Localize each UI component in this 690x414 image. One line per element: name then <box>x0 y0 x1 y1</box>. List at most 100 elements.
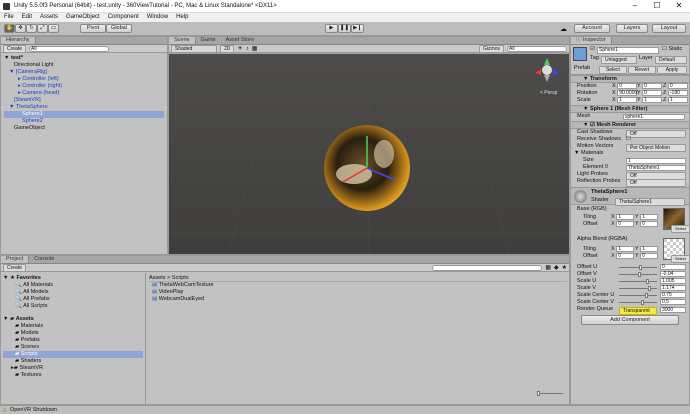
mesh-field[interactable]: sphere1 <box>623 114 685 120</box>
list-item[interactable]: ▸ Camera (head) <box>4 90 164 97</box>
list-item[interactable]: ▰ Shaders <box>3 358 143 365</box>
shading-mode-dropdown[interactable]: Shaded <box>171 44 217 53</box>
list-item[interactable]: ▸ Controller (left) <box>4 76 164 83</box>
pivot-button[interactable]: Pivot <box>80 24 106 33</box>
rotation-y-field[interactable]: 0 <box>642 90 663 96</box>
layer-dropdown[interactable]: Default <box>655 56 687 64</box>
base-offset-x[interactable]: 0 <box>616 221 635 227</box>
scene-viewport[interactable]: < Persp <box>169 54 569 254</box>
scene-search-input[interactable]: All <box>507 45 567 52</box>
slider-knob[interactable] <box>640 300 644 305</box>
receive-shadows-checkbox[interactable]: ☐ <box>626 136 631 143</box>
base-tiling-y[interactable]: 1 <box>640 214 659 220</box>
materials-foldout[interactable]: ▼ Materials <box>574 150 603 157</box>
menu-window[interactable]: Window <box>147 13 168 22</box>
position-x-field[interactable]: 0 <box>617 83 638 89</box>
alpha-texture-select-button[interactable]: Select <box>671 255 689 263</box>
list-item[interactable]: ▸ Controller (right) <box>4 83 164 90</box>
list-item[interactable]: GameObject <box>4 125 164 132</box>
rect-tool-icon[interactable]: ▭ <box>48 24 59 33</box>
position-z-field[interactable]: 0 <box>667 83 688 89</box>
list-item[interactable]: ▤ ThetaWebCamTexture <box>149 282 567 289</box>
shader-property-field[interactable]: 0.5 <box>660 299 686 305</box>
project-search-input[interactable] <box>432 264 543 271</box>
list-item[interactable]: Sphere2 <box>4 118 164 125</box>
filter-type-icon[interactable]: ▦ <box>545 264 551 271</box>
prefab-apply-button[interactable]: Apply <box>657 66 687 74</box>
transform-header[interactable]: ▼ Transform <box>571 75 689 83</box>
orientation-gizmo[interactable] <box>535 58 559 82</box>
alpha-offset-x[interactable]: 0 <box>616 253 635 259</box>
motion-vectors-dropdown[interactable]: Per Object Motion <box>626 144 686 152</box>
tab-game[interactable]: Game <box>196 37 221 44</box>
rotation-z-field[interactable]: -180 <box>667 90 688 96</box>
list-item[interactable]: 🔍 All Scripts <box>3 303 143 310</box>
step-icon[interactable]: ▶❙ <box>351 24 364 33</box>
alpha-tiling-y[interactable]: 1 <box>640 246 659 252</box>
prefab-select-button[interactable]: Select <box>599 66 627 74</box>
static-checkbox[interactable]: ☐ Static <box>662 46 682 53</box>
2d-toggle[interactable]: 2D <box>220 44 235 53</box>
cast-shadows-dropdown[interactable]: Off <box>626 130 686 138</box>
slider-knob[interactable] <box>647 286 651 291</box>
slider-knob[interactable] <box>646 279 649 284</box>
list-item[interactable]: [SteamVR] <box>4 97 164 104</box>
list-item[interactable]: ▤ VideoPlay <box>149 289 567 296</box>
scale-tool-icon[interactable]: ⤢ <box>37 24 48 33</box>
move-tool-icon[interactable]: ✥ <box>15 24 26 33</box>
rotation-x-field[interactable]: 90.0000 <box>617 90 637 96</box>
list-item[interactable]: ▼ test* <box>4 55 164 62</box>
list-item-selected[interactable]: Sphere1 <box>4 111 164 118</box>
active-checkbox[interactable]: ☑ <box>590 46 595 52</box>
menu-help[interactable]: Help <box>176 13 188 22</box>
tab-console[interactable]: Console <box>29 256 59 263</box>
material-header[interactable]: ThetaSphere1 Shader Theta/Sphere1 <box>571 187 689 206</box>
menu-gameobject[interactable]: GameObject <box>66 13 100 22</box>
shader-property-slider[interactable] <box>619 265 657 270</box>
global-button[interactable]: Global <box>106 24 132 33</box>
menu-edit[interactable]: Edit <box>22 13 32 22</box>
maximize-icon[interactable]: ☐ <box>646 0 668 13</box>
list-item[interactable]: 🔍 All Models <box>3 289 143 296</box>
slider-knob[interactable] <box>644 293 648 298</box>
scale-z-field[interactable]: 1 <box>667 97 688 103</box>
shader-property-slider[interactable] <box>619 279 657 284</box>
list-item[interactable]: 🔍 All Materials <box>3 282 143 289</box>
tab-scene[interactable]: Scene <box>169 37 196 44</box>
shader-property-field[interactable]: 0.75 <box>660 292 686 298</box>
list-item[interactable]: ▸▰ SteamVR <box>3 365 143 372</box>
list-item[interactable]: ▰ Prefabs <box>3 337 143 344</box>
favorites-header[interactable]: ▼ ★ Favorites <box>3 275 143 282</box>
base-texture-select-button[interactable]: Select <box>671 225 689 233</box>
favorite-star-icon[interactable]: ★ <box>562 264 567 271</box>
account-dropdown[interactable]: Account <box>574 24 610 33</box>
gizmos-dropdown[interactable]: Gizmos <box>479 44 504 53</box>
layout-dropdown[interactable]: Layout <box>652 24 686 33</box>
element0-field[interactable]: ThetaSphere1 <box>626 165 686 171</box>
tag-dropdown[interactable]: Untagged <box>601 56 637 64</box>
slider-knob[interactable] <box>638 265 642 270</box>
menu-component[interactable]: Component <box>108 13 139 22</box>
add-component-button[interactable]: Add Component <box>581 315 679 325</box>
position-y-field[interactable]: 0 <box>642 83 663 89</box>
hierarchy-create-button[interactable]: Create <box>3 44 27 53</box>
shader-property-slider[interactable] <box>619 300 657 305</box>
shader-property-field[interactable]: 0 <box>660 264 686 270</box>
assets-header[interactable]: ▼ ▰ Assets <box>3 316 143 323</box>
mesh-renderer-header[interactable]: ▼ ☑ Mesh Renderer <box>571 121 689 129</box>
shader-property-field[interactable]: 1.005 <box>660 278 686 284</box>
icon-size-slider[interactable] <box>537 391 563 396</box>
list-item[interactable]: ▼ [CameraRig] <box>4 69 164 76</box>
layers-dropdown[interactable]: Layers <box>616 24 648 33</box>
scale-y-field[interactable]: 1 <box>642 97 663 103</box>
hand-tool-icon[interactable]: ✋ <box>4 24 15 33</box>
prefab-revert-button[interactable]: Revert <box>628 66 656 74</box>
scale-x-field[interactable]: 1 <box>617 97 638 103</box>
pause-icon[interactable]: ❚❚ <box>338 24 351 33</box>
project-create-button[interactable]: Create <box>3 263 27 272</box>
alpha-tiling-x[interactable]: 1 <box>616 246 635 252</box>
base-tiling-x[interactable]: 1 <box>616 214 635 220</box>
play-icon[interactable]: ▶ <box>325 24 338 33</box>
list-item[interactable]: ▰ Materials <box>3 323 143 330</box>
audio-toggle-icon[interactable]: ♪ <box>246 46 249 52</box>
